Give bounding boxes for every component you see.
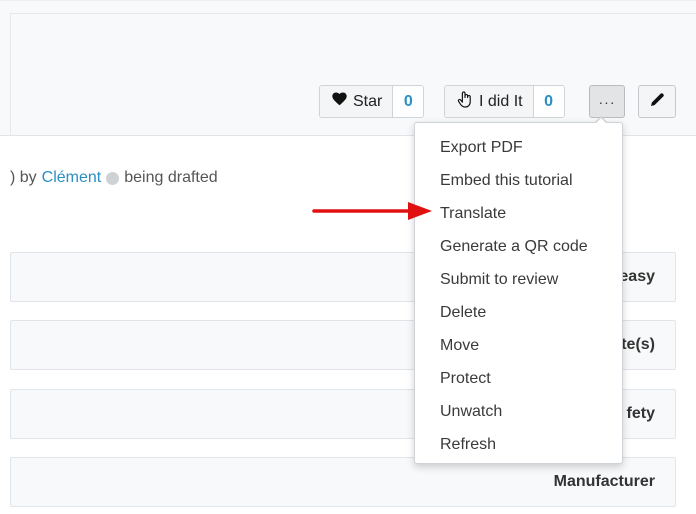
heart-icon	[332, 92, 347, 111]
menu-item-embed-tutorial[interactable]: Embed this tutorial	[415, 164, 622, 197]
hand-icon	[457, 90, 473, 113]
status-text: being drafted	[124, 169, 218, 186]
did-it-count[interactable]: 0	[533, 86, 564, 117]
byline: ) by Clément being drafted	[10, 169, 218, 187]
menu-item-delete[interactable]: Delete	[415, 296, 622, 329]
ellipsis-icon: ···	[598, 93, 616, 110]
menu-item-refresh[interactable]: Refresh	[415, 428, 622, 461]
row-label: te(s)	[621, 336, 655, 353]
star-button-label: Star	[353, 92, 383, 110]
star-count[interactable]: 0	[393, 86, 424, 117]
row-label: easy	[619, 268, 655, 285]
byline-prefix: ) by	[10, 169, 37, 186]
did-it-button-label: I did It	[479, 92, 523, 110]
menu-item-submit-to-review[interactable]: Submit to review	[415, 263, 622, 296]
row-label: Manufacturer	[553, 473, 655, 490]
did-it-button[interactable]: I did It	[445, 86, 534, 117]
menu-item-protect[interactable]: Protect	[415, 362, 622, 395]
menu-item-unwatch[interactable]: Unwatch	[415, 395, 622, 428]
status-dot	[106, 171, 120, 185]
author-link[interactable]: Clément	[42, 169, 102, 187]
menu-item-move[interactable]: Move	[415, 329, 622, 362]
star-button[interactable]: Star	[320, 86, 394, 117]
more-options-button[interactable]: ···	[589, 85, 625, 118]
star-button-group: Star 0	[319, 85, 425, 118]
menu-caret-inner	[596, 118, 606, 123]
more-options-menu: Export PDF Embed this tutorial Translate…	[414, 122, 623, 464]
row-label: fety	[626, 405, 655, 422]
menu-item-generate-qr-code[interactable]: Generate a QR code	[415, 230, 622, 263]
edit-button[interactable]	[638, 85, 676, 118]
menu-item-translate[interactable]: Translate	[415, 197, 622, 230]
page: Star 0 I did It 0 ··· ) by Clément being…	[0, 0, 696, 514]
menu-item-export-pdf[interactable]: Export PDF	[415, 131, 622, 164]
info-row-manufacturer: Manufacturer	[10, 457, 676, 507]
did-it-button-group: I did It 0	[444, 85, 565, 118]
pencil-icon	[649, 91, 666, 113]
red-arrow-icon	[310, 199, 435, 228]
